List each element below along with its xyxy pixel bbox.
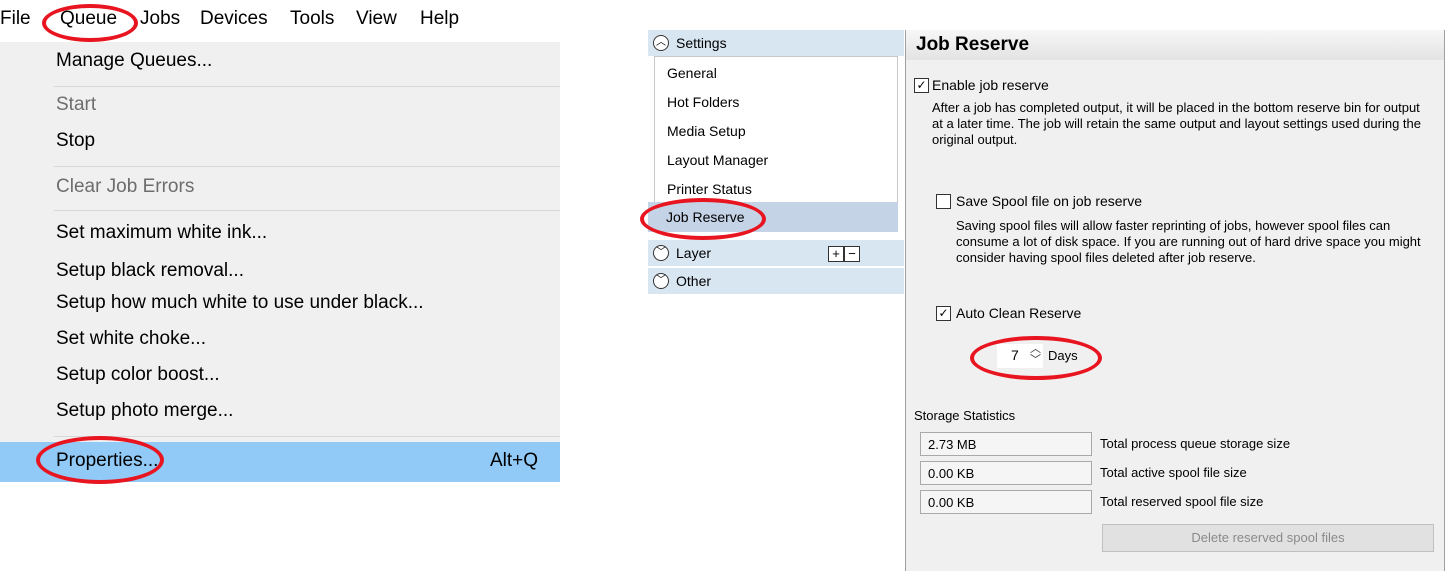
menu-view[interactable]: View <box>356 8 397 30</box>
settings-tree: ︿ Settings General Hot Folders Media Set… <box>648 30 904 294</box>
panel-header: Job Reserve <box>906 30 1444 60</box>
tree-item-layout-manager[interactable]: Layout Manager <box>667 152 768 168</box>
expand-icon: ﹀ <box>653 245 669 261</box>
menu-item-start[interactable]: Start <box>56 94 96 116</box>
enable-job-reserve-label: Enable job reserve <box>932 77 1049 93</box>
menu-devices[interactable]: Devices <box>200 8 268 30</box>
reserved-spool-size-label: Total reserved spool file size <box>1100 494 1264 509</box>
menu-help[interactable]: Help <box>420 8 459 30</box>
tree-item-hot-folders[interactable]: Hot Folders <box>667 94 739 110</box>
tree-group-settings[interactable]: ︿ Settings <box>648 30 904 56</box>
menu-item-setup-photo-merge[interactable]: Setup photo merge... <box>56 400 233 422</box>
auto-clean-reserve-checkbox[interactable]: ✓ <box>936 306 951 321</box>
page-title: Job Reserve <box>916 34 1030 55</box>
menu-queue[interactable]: Queue <box>60 8 117 30</box>
delete-reserved-spool-files-button[interactable]: Delete reserved spool files <box>1102 524 1434 552</box>
menu-item-clear-job-errors[interactable]: Clear Job Errors <box>56 176 194 198</box>
remove-layer-button[interactable]: − <box>844 246 860 262</box>
reserved-spool-size-value: 0.00 KB <box>920 490 1092 514</box>
menu-item-properties[interactable]: Properties... Alt+Q <box>0 442 560 482</box>
days-spinner[interactable]: 7 ︿ ﹀ <box>997 344 1043 368</box>
tree-group-layer[interactable]: ﹀ Layer + − <box>648 240 904 266</box>
enable-job-reserve-description: After a job has completed output, it wil… <box>932 100 1421 147</box>
queue-dropdown-menu: Manage Queues... Start Stop Clear Job Er… <box>0 42 560 482</box>
expand-icon: ﹀ <box>653 273 669 289</box>
menu-item-setup-color-boost[interactable]: Setup color boost... <box>56 364 220 386</box>
active-spool-size-label: Total active spool file size <box>1100 465 1247 480</box>
days-label: Days <box>1048 348 1078 363</box>
menu-item-set-white-choke[interactable]: Set white choke... <box>56 328 206 350</box>
menu-bar: File Queue Jobs Devices Tools View Help <box>0 0 560 42</box>
menu-item-properties-shortcut: Alt+Q <box>489 450 538 471</box>
menu-separator <box>54 166 560 167</box>
auto-clean-reserve-label: Auto Clean Reserve <box>956 305 1082 321</box>
tree-item-general[interactable]: General <box>667 65 717 81</box>
process-queue-storage-value: 2.73 MB <box>920 432 1092 456</box>
menu-item-stop[interactable]: Stop <box>56 130 95 152</box>
save-spool-file-description: Saving spool files will allow faster rep… <box>956 218 1421 265</box>
menu-separator <box>54 86 560 87</box>
tree-group-other-label: Other <box>676 273 712 289</box>
menu-separator <box>54 210 560 211</box>
menu-tools[interactable]: Tools <box>290 8 334 30</box>
menu-item-setup-black-removal[interactable]: Setup black removal... <box>56 260 244 282</box>
process-queue-storage-label: Total process queue storage size <box>1100 436 1291 451</box>
save-spool-file-checkbox[interactable] <box>936 194 951 209</box>
tree-group-other[interactable]: ﹀ Other <box>648 268 904 294</box>
menu-jobs[interactable]: Jobs <box>140 8 180 30</box>
menu-item-properties-label: Properties... <box>56 450 159 471</box>
active-spool-size-value: 0.00 KB <box>920 461 1092 485</box>
save-spool-file-label: Save Spool file on job reserve <box>956 193 1142 209</box>
collapse-icon: ︿ <box>653 35 669 51</box>
menu-file[interactable]: File <box>0 8 31 30</box>
spinner-arrows-icon[interactable]: ︿ ﹀ <box>1030 344 1041 366</box>
tree-item-job-reserve-label: Job Reserve <box>666 209 745 225</box>
tree-group-layer-label: Layer <box>676 245 712 261</box>
menu-item-manage-queues[interactable]: Manage Queues... <box>56 50 212 72</box>
menu-item-set-max-white-ink[interactable]: Set maximum white ink... <box>56 222 267 244</box>
days-value: 7 <box>1011 347 1019 363</box>
menu-separator <box>54 436 560 437</box>
tree-item-job-reserve[interactable]: Job Reserve <box>648 202 898 232</box>
storage-statistics-heading: Storage Statistics <box>914 408 1016 423</box>
tree-item-printer-status[interactable]: Printer Status <box>667 181 752 197</box>
menu-item-setup-white-under-black[interactable]: Setup how much white to use under black.… <box>56 292 424 314</box>
tree-item-media-setup[interactable]: Media Setup <box>667 123 746 139</box>
tree-group-settings-label: Settings <box>676 35 727 51</box>
job-reserve-panel: Job Reserve ✓ Enable job reserve After a… <box>905 30 1445 571</box>
enable-job-reserve-checkbox[interactable]: ✓ <box>914 78 929 93</box>
add-layer-button[interactable]: + <box>828 246 844 262</box>
